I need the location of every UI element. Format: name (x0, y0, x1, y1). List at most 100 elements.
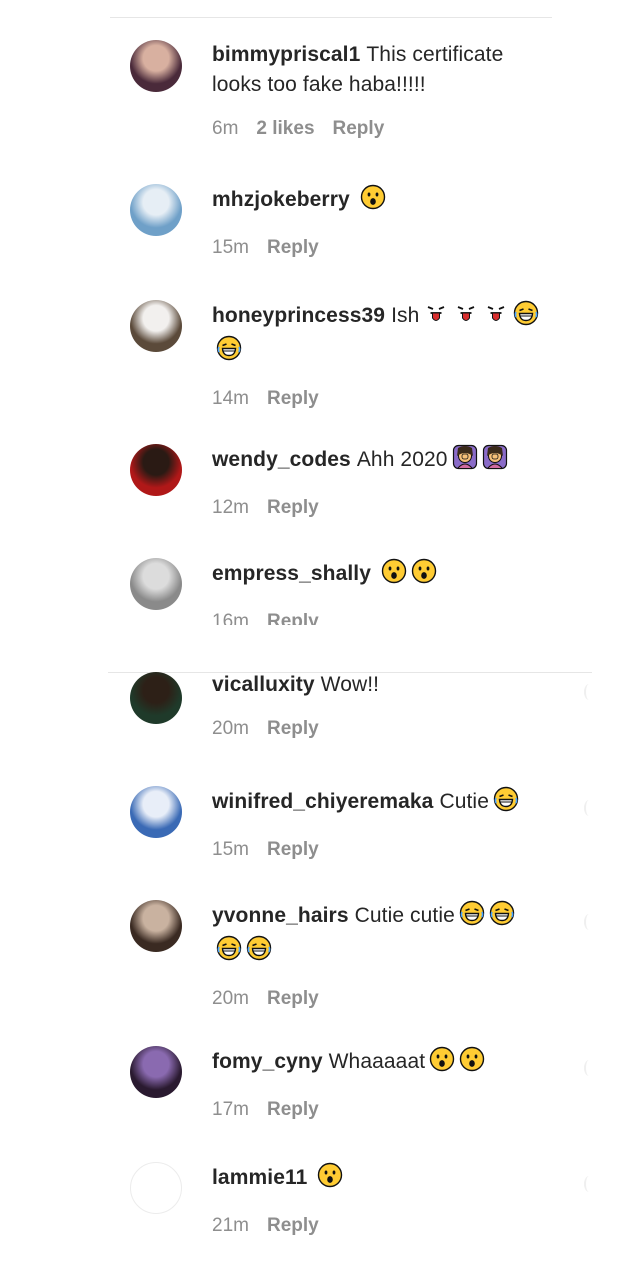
comment-body: fomy_cyny Whaaaaat 17m Reply (212, 1046, 542, 1121)
comment-meta: 16m Reply (212, 611, 542, 625)
comment-meta: 14m Reply (212, 388, 542, 410)
astonished-emoji-icon (381, 558, 407, 593)
comment-text: honeyprincess39 Ish (212, 300, 542, 370)
comment-body: wendy_codes Ahh 2020 12m Reply (212, 444, 542, 519)
avatar[interactable] (130, 672, 182, 724)
comment-text: wendy_codes Ahh 2020 (212, 444, 542, 479)
reply-button[interactable]: Reply (267, 839, 319, 860)
joy-emoji-icon (489, 900, 515, 935)
comment-text: mhzjokeberry (212, 184, 542, 219)
reply-button[interactable]: Reply (267, 1099, 319, 1120)
comment-username[interactable]: mhzjokeberry (212, 188, 350, 211)
avatar[interactable] (130, 40, 182, 92)
like-heart-icon[interactable] (584, 684, 594, 700)
comment-body: honeyprincess39 Ish 14m Reply (212, 300, 542, 410)
reply-button[interactable]: Reply (267, 237, 319, 258)
likes-count[interactable]: 2 likes (256, 118, 314, 139)
comment-message: Ish (391, 304, 420, 327)
avatar[interactable] (130, 300, 182, 352)
astonished-emoji-icon (411, 558, 437, 593)
avatar[interactable] (130, 1162, 182, 1214)
like-heart-icon[interactable] (584, 800, 594, 816)
tongue-emoji-icon (453, 300, 479, 335)
joy-emoji-icon (246, 935, 272, 970)
comment-body: empress_shally 16m Reply (212, 558, 542, 625)
comment-time: 20m (212, 718, 249, 739)
comment-time: 15m (212, 237, 249, 258)
tongue-emoji-icon (423, 300, 449, 335)
comment-username[interactable]: honeyprincess39 (212, 304, 385, 327)
comment-message: Cutie cutie (354, 904, 455, 927)
comment-meta: 12m Reply (212, 497, 542, 519)
avatar[interactable] (130, 444, 182, 496)
avatar[interactable] (130, 900, 182, 952)
joy-emoji-icon (459, 900, 485, 935)
like-heart-icon[interactable] (584, 1060, 594, 1076)
reply-button[interactable]: Reply (267, 718, 319, 739)
facepalm-emoji-icon (482, 444, 508, 479)
comment-body: yvonne_hairs Cutie cutie 20m Reply (212, 900, 542, 1010)
astonished-emoji-icon (429, 1046, 455, 1081)
comment-username[interactable]: fomy_cyny (212, 1050, 323, 1073)
comments-list-top: bimmypriscal1 This certificate looks too … (0, 0, 628, 625)
comment-text: fomy_cyny Whaaaaat (212, 1046, 542, 1081)
comment-time: 17m (212, 1099, 249, 1120)
comment-time: 6m (212, 118, 239, 139)
comment-text: yvonne_hairs Cutie cutie (212, 900, 542, 970)
avatar[interactable] (130, 184, 182, 236)
astonished-emoji-icon (360, 184, 386, 219)
comment-body: winifred_chiyeremaka Cutie 15m Reply (212, 786, 542, 861)
reply-button[interactable]: Reply (267, 611, 319, 625)
comment-body: mhzjokeberry 15m Reply (212, 184, 542, 259)
joy-emoji-icon (513, 300, 539, 335)
reply-button[interactable]: Reply (267, 988, 319, 1009)
comment-body: bimmypriscal1 This certificate looks too … (212, 40, 542, 140)
astonished-emoji-icon (459, 1046, 485, 1081)
like-heart-icon[interactable] (584, 914, 594, 930)
comments-list-bottom: vicalluxity Wow!! 20m Reply winifred_chiyere… (0, 672, 628, 1280)
comment-meta: 20m Reply (212, 988, 542, 1010)
comment-message: Wow!! (320, 673, 380, 696)
reply-button[interactable]: Reply (267, 388, 319, 409)
comment-time: 21m (212, 1215, 249, 1236)
comment-body: lammie11 21m Reply (212, 1162, 542, 1237)
comment-username[interactable]: empress_shally (212, 562, 371, 585)
astonished-emoji-icon (317, 1162, 343, 1197)
joy-emoji-icon (216, 335, 242, 370)
avatar[interactable] (130, 558, 182, 610)
comment-meta: 21m Reply (212, 1215, 542, 1237)
comment-text: empress_shally (212, 558, 542, 593)
avatar[interactable] (130, 1046, 182, 1098)
reply-button[interactable]: Reply (267, 1215, 319, 1236)
comment-username[interactable]: wendy_codes (212, 448, 351, 471)
reply-button[interactable]: Reply (267, 497, 319, 518)
comment-time: 16m (212, 611, 249, 625)
joy-emoji-icon (493, 786, 519, 821)
comment-time: 20m (212, 988, 249, 1009)
comment-username[interactable]: lammie11 (212, 1166, 307, 1189)
comment-text: winifred_chiyeremaka Cutie (212, 786, 542, 821)
comment-message: Ahh 2020 (356, 448, 448, 471)
tongue-emoji-icon (483, 300, 509, 335)
like-heart-icon[interactable] (584, 1176, 594, 1192)
comment-time: 14m (212, 388, 249, 409)
comment-text: bimmypriscal1 This certificate looks too … (212, 40, 542, 100)
comment-username[interactable]: vicalluxity (212, 673, 315, 696)
comment-time: 12m (212, 497, 249, 518)
comment-username[interactable]: winifred_chiyeremaka (212, 790, 433, 813)
comment-meta: 20m Reply (212, 718, 542, 740)
comment-message: Whaaaaat (328, 1050, 426, 1073)
facepalm-emoji-icon (452, 444, 478, 479)
comment-text: lammie11 (212, 1162, 542, 1197)
comment-message: Cutie (439, 790, 489, 813)
comment-text: vicalluxity Wow!! (212, 672, 542, 700)
comment-meta: 15m Reply (212, 839, 542, 861)
comment-username[interactable]: bimmypriscal1 (212, 43, 360, 66)
joy-emoji-icon (216, 935, 242, 970)
comment-meta: 17m Reply (212, 1099, 542, 1121)
comment-meta: 6m 2 likes Reply (212, 118, 542, 140)
comment-username[interactable]: yvonne_hairs (212, 904, 349, 927)
avatar[interactable] (130, 786, 182, 838)
reply-button[interactable]: Reply (333, 118, 385, 139)
comment-body: vicalluxity Wow!! 20m Reply (212, 672, 542, 740)
